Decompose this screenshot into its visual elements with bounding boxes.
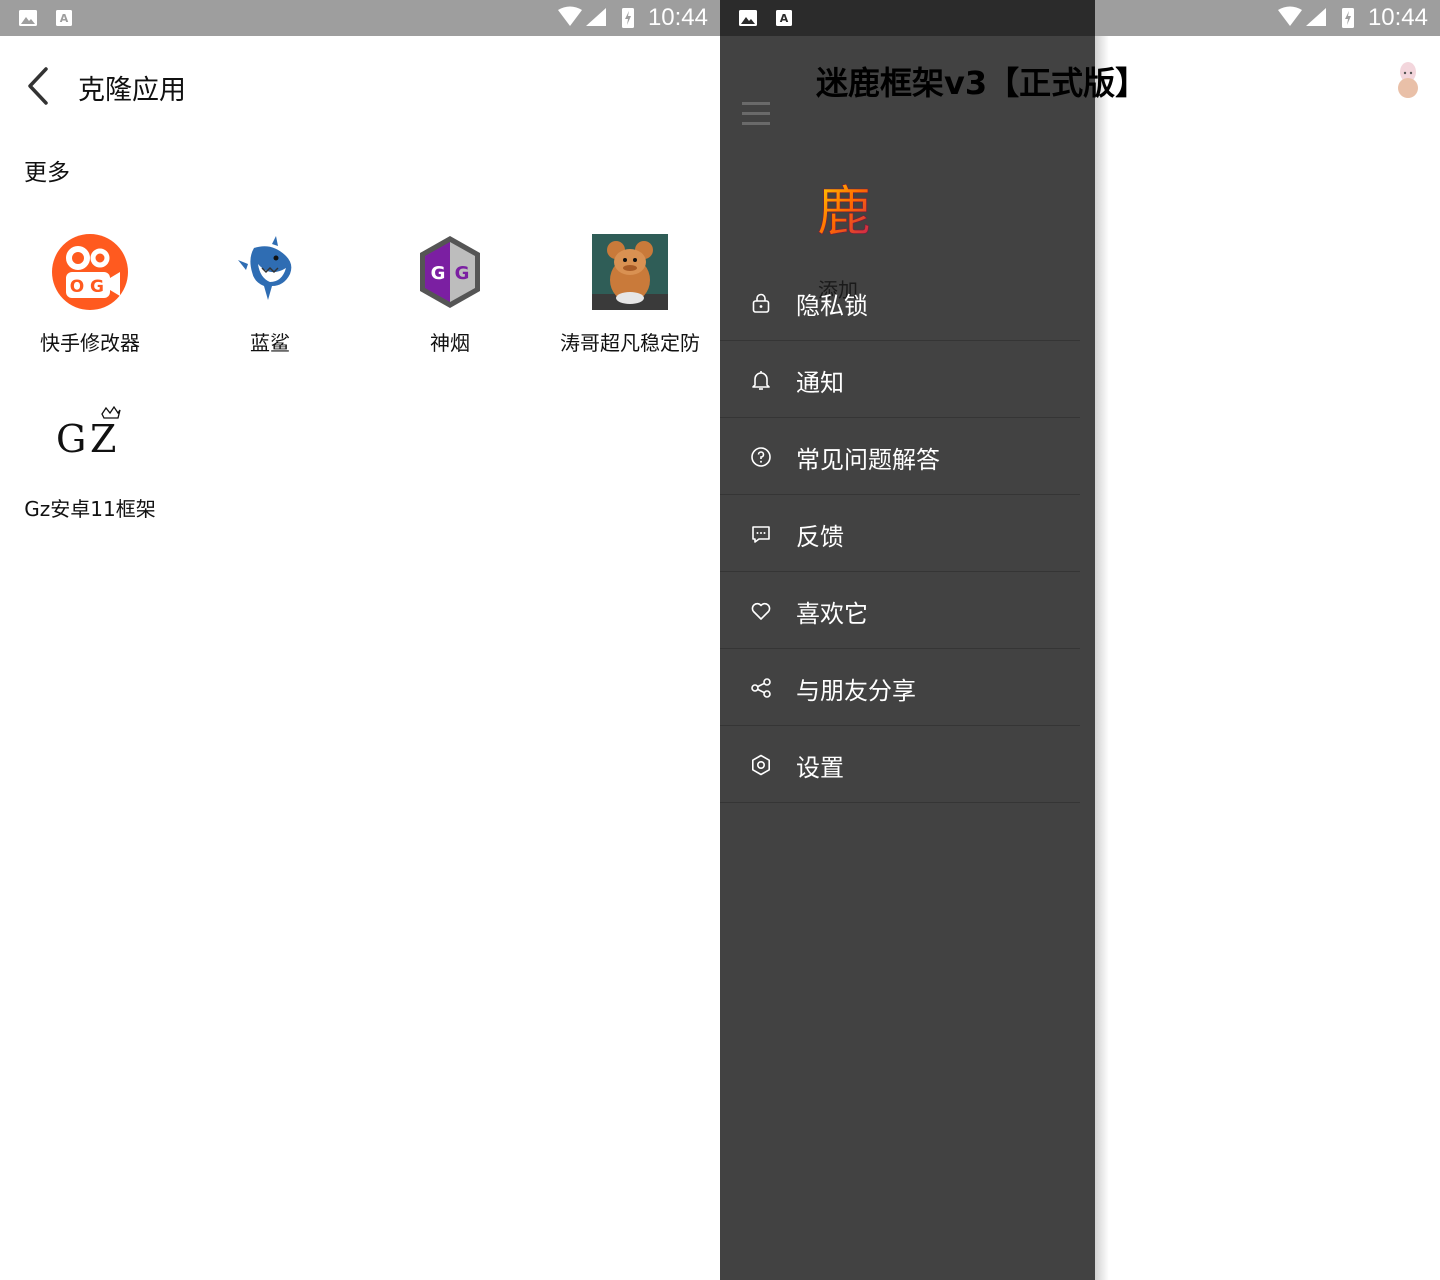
- menu-label: 喜欢它: [796, 600, 868, 628]
- lock-icon: [752, 293, 770, 313]
- back-arrow-icon[interactable]: [20, 66, 60, 106]
- menu-item-feedback[interactable]: 反馈: [720, 495, 1080, 572]
- app-label: 涛哥超凡稳定防: [560, 331, 700, 355]
- avatar[interactable]: [1396, 60, 1420, 98]
- menu-label: 隐私锁: [796, 292, 868, 320]
- svg-text:G: G: [56, 417, 86, 461]
- gallery-notification-icon: [19, 10, 37, 26]
- page-title: 迷鹿框架v3【正式版】: [816, 64, 1148, 102]
- app-label: Gz安卓11框架: [24, 497, 156, 521]
- heart-icon: [751, 602, 771, 620]
- app-notification-icon: A: [56, 10, 72, 26]
- gear-icon: [751, 754, 771, 776]
- clock: 10:44: [1367, 4, 1428, 31]
- main-screen: A 10:44 鹿 添加 隐私锁 通知 常见问题解答 反馈 喜欢它 与朋友分享 …: [720, 0, 1440, 1280]
- app-label: 神烟: [430, 331, 470, 355]
- menu-label: 常见问题解答: [796, 446, 940, 474]
- menu-item-notifications[interactable]: 通知: [720, 341, 1080, 418]
- drawer-menu: 隐私锁 通知 常见问题解答 反馈 喜欢它 与朋友分享 设置: [720, 264, 1080, 803]
- app-item-kuaishou[interactable]: O G 快手修改器: [0, 234, 180, 384]
- app-item-taoge[interactable]: 涛哥超凡稳定防: [540, 234, 720, 384]
- status-bar: A 10:44: [720, 0, 1440, 36]
- clone-apps-screen: A 10:44 克隆应用 更多 O G 快手修改器 蓝鲨 G G 神烟 涛哥超凡…: [0, 0, 720, 1280]
- app-logo[interactable]: 鹿: [812, 176, 876, 246]
- menu-label: 反馈: [796, 523, 844, 551]
- drawer-shadow: [1095, 36, 1109, 1280]
- svg-text:鹿: 鹿: [817, 180, 871, 243]
- bell-icon: [752, 371, 770, 390]
- menu-label: 通知: [796, 369, 844, 397]
- svg-text:G: G: [431, 263, 446, 284]
- menu-item-faq[interactable]: 常见问题解答: [720, 418, 1080, 495]
- section-title: 更多: [24, 160, 70, 186]
- svg-text:G: G: [455, 263, 470, 284]
- menu-item-settings[interactable]: 设置: [720, 726, 1080, 803]
- gallery-notification-icon: [739, 10, 757, 26]
- app-notification-icon: A: [776, 10, 792, 26]
- app-item-shark[interactable]: 蓝鲨: [180, 234, 360, 384]
- feedback-icon: [752, 526, 770, 543]
- app-item-shenyan[interactable]: G G 神烟: [360, 234, 540, 384]
- clock: 10:44: [647, 4, 708, 31]
- shark-icon: [238, 236, 292, 300]
- svg-text:Z: Z: [90, 417, 116, 461]
- svg-text:A: A: [780, 12, 789, 25]
- menu-item-like[interactable]: 喜欢它: [720, 572, 1080, 649]
- gameguardian-icon: G G: [420, 236, 480, 308]
- svg-text:G: G: [90, 277, 104, 297]
- menu-item-privacy-lock[interactable]: 隐私锁: [720, 264, 1080, 341]
- navigation-drawer: 鹿 添加 隐私锁 通知 常见问题解答 反馈 喜欢它 与朋友分享 设置: [720, 36, 1095, 1280]
- menu-icon[interactable]: [742, 102, 770, 126]
- app-label: 快手修改器: [40, 331, 140, 355]
- help-icon: [751, 447, 771, 467]
- gz-logo-icon: G Z: [56, 405, 121, 461]
- signal-battery-icons: [558, 6, 634, 28]
- menu-item-share[interactable]: 与朋友分享: [720, 649, 1080, 726]
- signal-battery-icons: [1278, 6, 1354, 28]
- jerry-icon: [592, 234, 668, 310]
- svg-text:O: O: [70, 277, 84, 297]
- menu-label: 与朋友分享: [796, 677, 916, 705]
- menu-label: 设置: [796, 754, 844, 782]
- share-icon: [751, 678, 771, 698]
- kuaishou-icon: O G: [52, 234, 128, 310]
- svg-text:A: A: [60, 12, 69, 25]
- app-label: 蓝鲨: [250, 331, 290, 355]
- app-bar: 克隆应用: [0, 36, 720, 136]
- status-bar: A 10:44: [0, 0, 720, 36]
- page-title: 克隆应用: [78, 75, 186, 106]
- app-item-gz[interactable]: G Z Gz安卓11框架: [0, 400, 180, 550]
